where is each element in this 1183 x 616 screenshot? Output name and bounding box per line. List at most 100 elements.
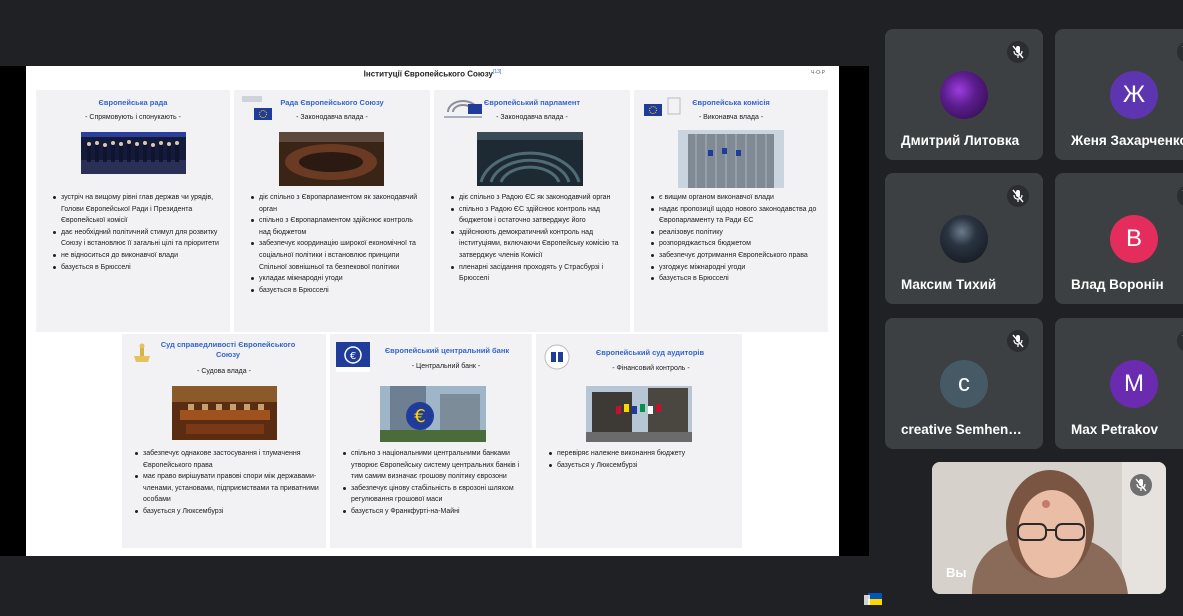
mic-muted-indicator — [1177, 41, 1183, 63]
photo-summit — [81, 132, 186, 174]
participant-tile[interactable]: В Влад Воронін — [1055, 173, 1183, 304]
list-item: діє спільно з Європарламентом як законод… — [250, 192, 425, 215]
list-item: розпоряджається бюджетом — [650, 238, 825, 250]
photo-auditors-building — [586, 386, 692, 442]
cell-title: Європейський суд аудиторів — [595, 348, 705, 357]
cell-european-parliament: Європейський парламент - Законодавча вла… — [434, 90, 630, 332]
cell-list: перевіряє належне виконання бюджету базу… — [548, 448, 738, 471]
participant-name: Женя Захарченко — [1071, 133, 1183, 148]
list-item: перевіряє належне виконання бюджету — [548, 448, 738, 460]
mic-muted-indicator — [1007, 185, 1029, 207]
list-item: зустріч на вищому рівні глав держав чи у… — [52, 192, 224, 227]
avatar: c — [940, 360, 988, 408]
photo-courtroom — [172, 386, 277, 440]
cell-title: Європейський центральний банк — [384, 346, 510, 355]
list-item: укладає міжнародні угоди — [250, 273, 425, 285]
list-item: базується у Люксембурзі — [134, 506, 320, 518]
list-item: має право вирішувати правові спори між д… — [134, 471, 320, 506]
mic-off-icon — [1135, 478, 1147, 492]
mic-off-icon — [1012, 334, 1024, 348]
participant-tile[interactable]: Ж Женя Захарченко — [1055, 29, 1183, 160]
list-item: надає пропозиції щодо нового законодавст… — [650, 204, 825, 227]
list-item: забезпечує цінову стабільність в єврозон… — [342, 483, 526, 506]
cell-list: забезпечує однакове застосування і тлума… — [134, 448, 320, 518]
list-item: є вищим органом виконавчої влади — [650, 192, 825, 204]
flag-icon — [864, 593, 882, 605]
list-item: базується у Люксембурзі — [548, 460, 738, 472]
cell-title: Суд справедливості Європейського Союзу — [160, 340, 296, 359]
participant-name: Дмитрий Литовка — [901, 133, 1020, 148]
list-item: не відноситься до виконавчої влади — [52, 250, 224, 262]
participant-tile[interactable]: Максим Тихий — [885, 173, 1043, 304]
list-item: узгоджує міжнародні угоди — [650, 262, 825, 274]
participant-name: Максим Тихий — [901, 277, 997, 292]
cell-subtitle: - Законодавча влада - — [496, 114, 568, 121]
cell-european-council: Європейська рада - Спрямовують і спонука… — [36, 90, 230, 332]
cell-title: Європейський парламент — [483, 98, 581, 107]
avatar — [940, 215, 988, 263]
list-item: базується в Брюсселі — [250, 285, 425, 297]
list-item: пленарні засідання проходять у Страсбурз… — [450, 262, 626, 285]
participant-name: creative Semhen… — [901, 422, 1022, 437]
mic-muted-indicator — [1007, 330, 1029, 352]
list-item: забезпечує однакове застосування і тлума… — [134, 448, 320, 471]
cell-subtitle: - Центральний банк - — [411, 363, 481, 370]
presentation-slide: Інституції Європейського Союзу[13] Ч·О·Р… — [26, 66, 882, 605]
list-item: спільно з національними центральними бан… — [342, 448, 526, 483]
mic-off-icon — [1012, 45, 1024, 59]
list-item: діє спільно з Радою ЄС як законодавчий о… — [450, 192, 626, 204]
cell-subtitle: - Фінансовий контроль - — [612, 365, 690, 372]
svg-text:€: € — [414, 406, 425, 427]
photo-parliament-hemicycle — [477, 132, 583, 186]
mic-off-icon — [1012, 189, 1024, 203]
cell-council-eu: Рада Європейського Союзу - Законодавча в… — [234, 90, 430, 332]
cell-court-of-auditors: Європейський суд аудиторів - Фінансовий … — [536, 334, 742, 548]
list-item: здійснюють демократичний контроль над ін… — [450, 227, 626, 262]
cell-title: Рада Європейського Союзу — [280, 98, 384, 107]
photo-ecb-building: € — [380, 386, 486, 442]
photo-council-chamber — [279, 132, 384, 186]
cell-list: спільно з національними центральними бан… — [342, 448, 526, 518]
edit-links: Ч·О·Р — [811, 70, 825, 76]
cell-list: зустріч на вищому рівні глав держав чи у… — [52, 192, 224, 273]
avatar — [940, 71, 988, 119]
cell-european-central-bank: € Європейський центральний банк - Центра… — [330, 334, 532, 548]
cell-subtitle: - Судова влада - — [197, 368, 251, 375]
list-item: дає необхідний політичний стимул для роз… — [52, 227, 224, 250]
mic-muted-indicator — [1177, 185, 1183, 207]
cell-subtitle: - Виконавча влада - — [698, 114, 764, 121]
list-item: базується в Брюсселі — [650, 273, 825, 285]
participant-tile[interactable]: Дмитрий Литовка — [885, 29, 1043, 160]
mic-muted-indicator — [1177, 330, 1183, 352]
self-name: Вы — [946, 565, 967, 580]
avatar: Ж — [1110, 71, 1158, 119]
list-item: забезпечує дотримання Європейського прав… — [650, 250, 825, 262]
cell-european-commission: Європейська комісія - Виконавча влада - … — [634, 90, 828, 332]
cell-title: Європейська комісія — [692, 98, 770, 107]
list-item: спільно з Європарламентом здійснює контр… — [250, 215, 425, 238]
list-item: спільно з Радою ЄС здійснює контроль над… — [450, 204, 626, 227]
mic-muted-indicator — [1007, 41, 1029, 63]
participant-tile[interactable]: c creative Semhen… — [885, 318, 1043, 449]
participant-name: Влад Воронін — [1071, 277, 1164, 292]
participant-name: Max Petrakov — [1071, 422, 1159, 437]
cell-title: Європейська рада — [98, 98, 168, 107]
cell-list: діє спільно з Радою ЄС як законодавчий о… — [450, 192, 626, 285]
cell-list: є вищим органом виконавчої влади надає п… — [650, 192, 825, 285]
avatar: M — [1110, 360, 1158, 408]
cell-subtitle: - Спрямовують і спонукають - — [85, 114, 181, 121]
slide-title: Інституції Європейського Союзу[13] — [363, 69, 502, 79]
list-item: базується в Брюсселі — [52, 262, 224, 274]
photo-berlaymont — [678, 130, 784, 188]
cell-court-of-justice: Суд справедливості Європейського Союзу -… — [122, 334, 326, 548]
list-item: базується у Франкфурті-на-Майні — [342, 506, 526, 518]
cell-subtitle: - Законодавча влада - — [296, 114, 368, 121]
cell-list: діє спільно з Європарламентом як законод… — [250, 192, 425, 296]
participant-tile[interactable]: M Max Petrakov — [1055, 318, 1183, 449]
list-item: реалізовує політику — [650, 227, 825, 239]
self-view-tile[interactable]: Вы — [932, 462, 1166, 594]
shared-screen: Інституції Європейського Союзу[13] Ч·О·Р… — [0, 66, 882, 605]
mic-muted-indicator — [1130, 474, 1152, 496]
list-item: забезпечує координацію широкої економічн… — [250, 238, 425, 273]
avatar: В — [1110, 215, 1158, 263]
